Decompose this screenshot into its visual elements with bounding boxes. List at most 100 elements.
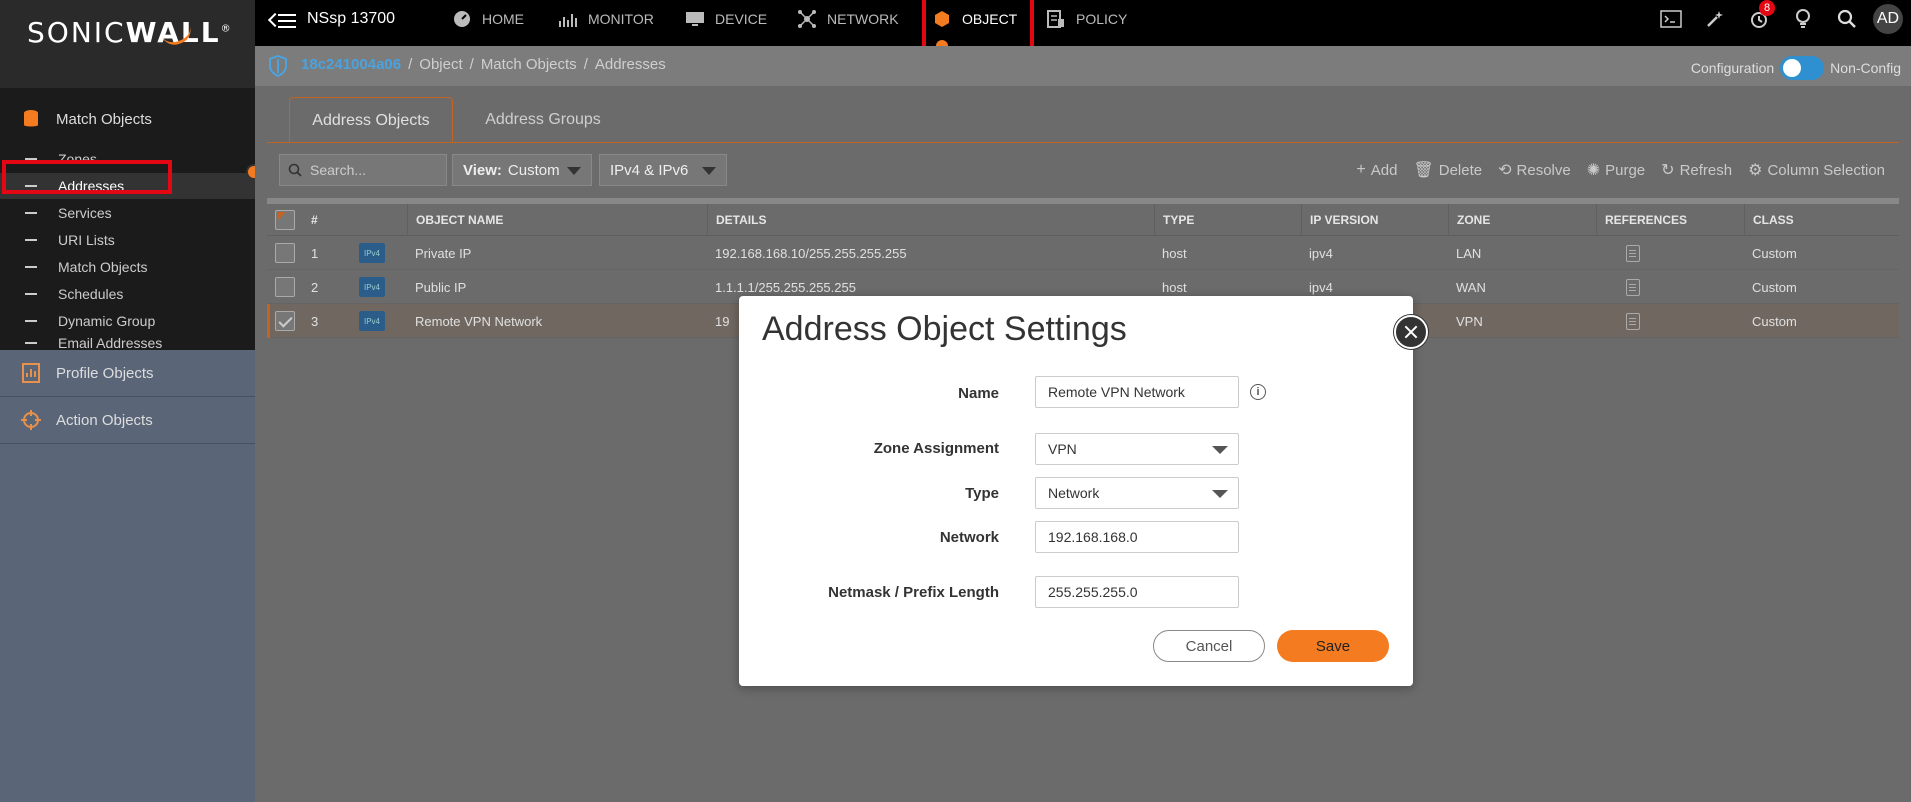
profile-icon [22,363,40,383]
breadcrumb-match-objects[interactable]: Match Objects [481,56,577,73]
col-ip-version[interactable]: IP VERSION [1301,204,1448,236]
row-name: Remote VPN Network [415,313,543,329]
col-class[interactable]: CLASS [1744,204,1899,236]
row-checkbox[interactable] [275,243,295,263]
document-icon[interactable] [1626,312,1640,330]
col-num[interactable]: # [303,204,343,236]
close-icon[interactable] [1394,315,1428,349]
sidebar-item-services[interactable]: Services [0,200,255,226]
lightbulb-icon[interactable] [1781,0,1825,38]
avatar[interactable]: AD [1873,4,1903,34]
resolve-icon: ⟲ [1498,162,1512,179]
chart-icon [559,14,577,27]
tab-address-groups[interactable]: Address Groups [463,97,623,143]
row-num: 1 [311,245,319,261]
sidebar-group-action-objects[interactable]: Action Objects [0,397,255,443]
add-button[interactable]: + Add [1356,160,1397,180]
row-zone: LAN [1456,245,1482,261]
col-object-name[interactable]: OBJECT NAME [407,204,707,236]
sidebar-action-label: Action Objects [56,411,153,429]
network-icon [798,10,816,28]
sidebar-item-uri-lists[interactable]: URI Lists [0,227,255,253]
row-num: 3 [311,313,319,329]
sidebar-item-email-addresses[interactable]: Email Addresses [0,335,255,351]
sidebar-item-schedules[interactable]: Schedules [0,281,255,307]
sidebar-item-dynamic-group[interactable]: Dynamic Group [0,308,255,334]
network-field[interactable]: 192.168.168.0 [1035,521,1239,553]
trash-icon: 🗑 [1413,162,1434,179]
column-selection-button[interactable]: ⚙ Column Selection [1748,160,1885,180]
purge-button[interactable]: ✺ Purge [1587,160,1645,180]
save-button[interactable]: Save [1277,630,1389,662]
chevron-down-icon [1212,490,1228,498]
row-details: 192.168.168.10/255.255.255.255 [715,245,907,261]
nav-monitor[interactable]: MONITOR [558,0,654,38]
nav-policy-label: POLICY [1076,11,1128,27]
type-label: Type [965,485,999,502]
breadcrumb-bar: 18c241004a06/Object / Match Objects / Addres… [255,46,1911,86]
history-icon[interactable]: 8 [1737,0,1781,38]
crosshair-icon [21,410,41,430]
search-icon [288,163,302,177]
row-zone: VPN [1456,313,1483,329]
col-details[interactable]: DETAILS [707,204,1154,236]
resolve-button[interactable]: ⟲ Resolve [1498,160,1571,180]
config-mode: Configuration Non-Config [1691,56,1901,80]
search-placeholder: Search... [310,162,367,178]
document-icon[interactable] [1626,244,1640,262]
select-all-checkbox[interactable] [275,210,295,230]
sidebar-item-match-objects[interactable]: Match Objects [0,254,255,280]
nav-device[interactable]: DEVICE [685,0,767,38]
netmask-field[interactable]: 255.255.255.0 [1035,576,1239,608]
nav-home-label: HOME [482,11,524,27]
refresh-button[interactable]: ↻ Refresh [1661,160,1732,180]
config-toggle[interactable] [1780,56,1825,80]
view-value: Custom [507,161,560,179]
sidebar-group-profile-objects[interactable]: Profile Objects [0,350,255,396]
col-type[interactable]: TYPE [1154,204,1301,236]
name-field[interactable]: Remote VPN Network [1035,376,1239,408]
type-value: Network [1048,485,1100,501]
type-select[interactable]: Network [1035,477,1239,509]
search-icon[interactable] [1825,0,1869,38]
info-icon[interactable]: i [1250,384,1266,400]
nav-network[interactable]: NETWORK [797,0,899,38]
name-label: Name [958,385,999,402]
zone-select[interactable]: VPN [1035,433,1239,465]
delete-button[interactable]: 🗑 Delete [1413,160,1482,180]
breadcrumb-addresses: Addresses [594,56,666,73]
breadcrumb-device[interactable]: 18c241004a06 [301,56,401,73]
row-class: Custom [1752,279,1797,295]
sonicwall-logo: SONICWALL® [0,0,255,88]
zone-label: Zone Assignment [873,440,999,457]
row-checkbox[interactable] [275,311,295,331]
monitor-icon [686,12,704,26]
row-checkbox[interactable] [275,277,295,297]
breadcrumb: 18c241004a06/Object / Match Objects / Addres… [301,56,666,73]
table-row[interactable]: 1 IPv4 Private IP 192.168.168.10/255.255… [267,236,1899,270]
document-icon[interactable] [1626,278,1640,296]
nav-home[interactable]: HOME [452,0,524,38]
nav-policy[interactable]: POLICY [1046,0,1127,38]
sidebar-group-match-objects[interactable]: Match Objects [0,98,255,140]
ip-version-select[interactable]: IPv4 & IPv6 [599,154,727,186]
view-select[interactable]: View: Custom [452,154,592,186]
nav-network-label: NETWORK [827,11,899,27]
row-class: Custom [1752,313,1797,329]
view-label: View: [463,161,502,179]
row-name: Public IP [415,279,467,295]
refresh-icon: ↻ [1661,162,1675,179]
search-input[interactable]: Search... [279,154,447,186]
config-label: Configuration [1690,60,1775,76]
terminal-icon[interactable] [1649,0,1693,38]
menu-toggle-icon[interactable] [267,10,296,32]
cancel-button[interactable]: Cancel [1153,630,1265,662]
col-zone[interactable]: ZONE [1448,204,1596,236]
row-name: Private IP [415,245,472,261]
gear-icon: ⚙ [1748,162,1763,179]
tab-address-objects[interactable]: Address Objects [289,97,453,143]
col-references[interactable]: REFERENCES [1596,204,1744,236]
wizard-icon[interactable] [1693,0,1737,38]
breadcrumb-object[interactable]: Object [419,56,462,73]
ipv4-badge: IPv4 [359,243,385,263]
